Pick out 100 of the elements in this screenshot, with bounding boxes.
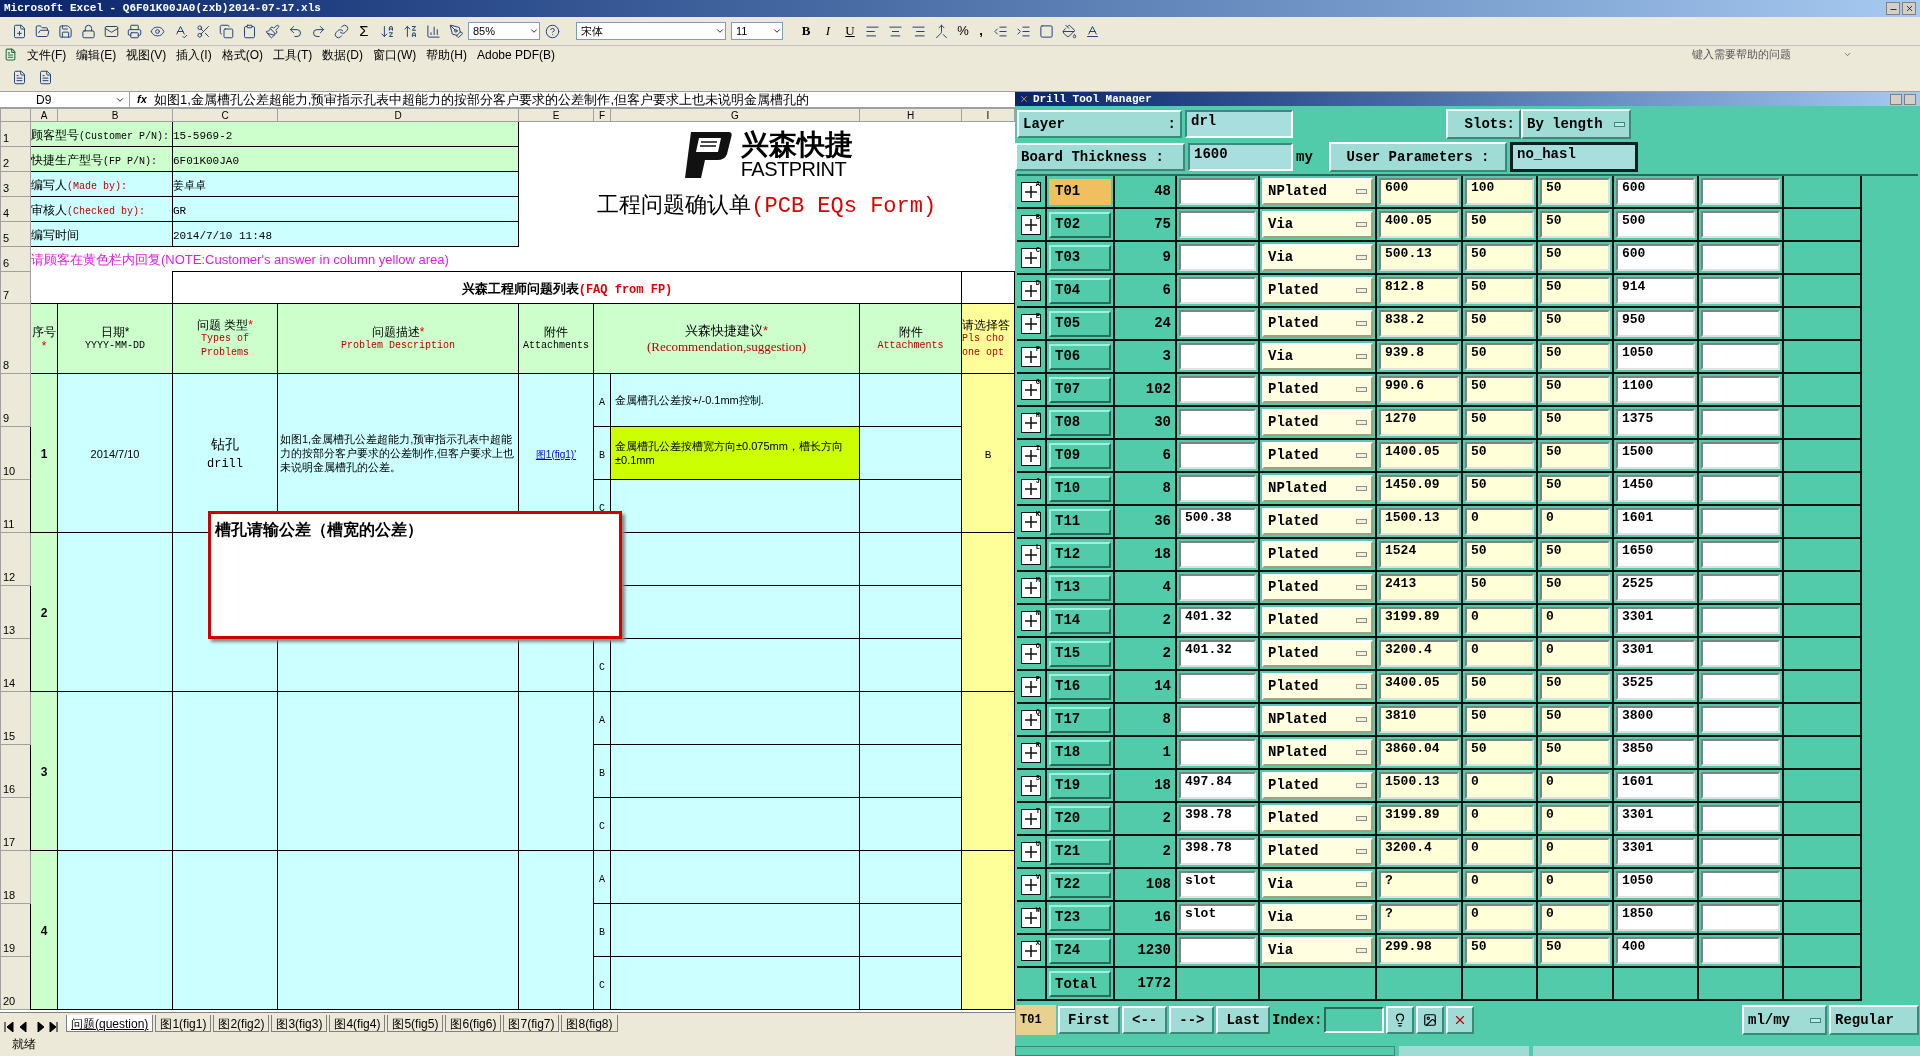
mode-button[interactable]: Regular [1829, 1005, 1919, 1035]
row-header[interactable]: 13 [0, 585, 31, 639]
text-field[interactable]: 3200.4 [1379, 838, 1459, 865]
text-field[interactable]: 50 [1540, 310, 1610, 337]
tool-button[interactable]: T12 [1049, 541, 1111, 568]
text-field[interactable] [1179, 739, 1256, 766]
text-field[interactable]: 398.78 [1179, 805, 1256, 832]
text-field[interactable] [1701, 211, 1780, 238]
text-field[interactable]: 0 [1465, 805, 1534, 832]
text-field[interactable]: 600 [1379, 178, 1459, 205]
text-field[interactable] [1701, 442, 1780, 469]
type-dropdown[interactable]: NPlated [1262, 178, 1373, 205]
menu-item[interactable]: Adobe PDF(B) [477, 45, 555, 64]
text-field[interactable] [1701, 343, 1780, 370]
icon-button[interactable] [1416, 1006, 1445, 1034]
text-field[interactable]: 1500 [1616, 442, 1695, 469]
text-field[interactable]: 50 [1465, 376, 1534, 403]
row-header[interactable]: 17 [0, 797, 31, 851]
text-field[interactable]: 3301 [1616, 805, 1695, 832]
text-field[interactable] [1701, 178, 1780, 205]
tool-button[interactable]: T20 [1049, 805, 1111, 832]
format-button[interactable]: I [818, 21, 838, 41]
tool-button[interactable]: T19 [1049, 772, 1111, 799]
tool-button[interactable]: T03 [1049, 244, 1111, 271]
menu-item[interactable]: 视图(V) [126, 45, 167, 64]
text-field[interactable] [1179, 409, 1256, 436]
text-field[interactable]: 50 [1540, 244, 1610, 271]
tool-button[interactable]: T05 [1049, 310, 1111, 337]
sheet-tab[interactable]: 图4(fig4) [329, 1015, 386, 1032]
text-field[interactable]: 50 [1465, 541, 1534, 568]
parameters-field[interactable]: no_hasl [1510, 142, 1638, 172]
text-field[interactable]: 3860.04 [1379, 739, 1459, 766]
menu-item[interactable]: 数据(D) [322, 45, 363, 64]
text-field[interactable]: 600 [1616, 244, 1695, 271]
row-header[interactable]: 18 [0, 850, 31, 904]
text-field[interactable]: 401.32 [1179, 640, 1256, 667]
text-field[interactable] [1701, 838, 1780, 865]
text-field[interactable]: 100 [1465, 178, 1534, 205]
type-dropdown[interactable]: Plated [1262, 574, 1373, 601]
text-field[interactable]: 50 [1465, 310, 1534, 337]
text-field[interactable]: 838.2 [1379, 310, 1459, 337]
text-field[interactable]: 3301 [1616, 640, 1695, 667]
text-field[interactable]: 3850 [1616, 739, 1695, 766]
type-dropdown[interactable]: Plated [1262, 838, 1373, 865]
tool-button[interactable]: T04 [1049, 277, 1111, 304]
icon-button[interactable] [1386, 1006, 1415, 1034]
text-field[interactable]: 1650 [1616, 541, 1695, 568]
text-field[interactable] [1179, 937, 1256, 964]
text-field[interactable]: 50 [1540, 541, 1610, 568]
text-field[interactable] [1701, 937, 1780, 964]
font-dropdown[interactable]: 宋体 [576, 22, 726, 40]
slots-dropdown[interactable]: By length [1521, 109, 1631, 139]
text-field[interactable]: 3200.4 [1379, 640, 1459, 667]
text-field[interactable]: 50 [1540, 211, 1610, 238]
text-field[interactable] [1701, 673, 1780, 700]
text-field[interactable]: 1601 [1616, 508, 1695, 535]
column-header[interactable]: B [57, 108, 173, 122]
comma-button[interactable]: , [974, 21, 988, 41]
text-field[interactable] [1179, 673, 1256, 700]
row-header[interactable]: 12 [0, 532, 31, 586]
text-field[interactable]: 50 [1540, 937, 1610, 964]
tool-button[interactable]: T21 [1049, 838, 1111, 865]
text-field[interactable]: 50 [1540, 673, 1610, 700]
text-field[interactable] [1701, 376, 1780, 403]
text-field[interactable]: 1601 [1616, 772, 1695, 799]
text-field[interactable] [1179, 442, 1256, 469]
text-field[interactable]: 3400.05 [1379, 673, 1459, 700]
tool-button[interactable]: T08 [1049, 409, 1111, 436]
tool-button[interactable]: T15 [1049, 640, 1111, 667]
text-field[interactable]: ? [1379, 871, 1459, 898]
text-field[interactable] [1701, 541, 1780, 568]
text-field[interactable] [1701, 706, 1780, 733]
type-dropdown[interactable]: Plated [1262, 508, 1373, 535]
text-field[interactable]: 0 [1465, 904, 1534, 931]
type-dropdown[interactable]: Plated [1262, 310, 1373, 337]
text-field[interactable]: 0 [1540, 838, 1610, 865]
text-field[interactable]: 1100 [1616, 376, 1695, 403]
tool-button[interactable]: T22 [1049, 871, 1111, 898]
text-field[interactable]: 1850 [1616, 904, 1695, 931]
nav-button[interactable]: <-- [1122, 1006, 1168, 1034]
text-field[interactable]: 1500.13 [1379, 508, 1459, 535]
column-header[interactable]: I [961, 108, 1015, 122]
answer-value[interactable]: B [984, 449, 992, 461]
text-field[interactable]: 0 [1465, 871, 1534, 898]
text-field[interactable] [1701, 640, 1780, 667]
type-dropdown[interactable]: Via [1262, 937, 1373, 964]
sheet-tab[interactable]: 图6(fig6) [445, 1015, 502, 1032]
units-dropdown[interactable]: ml/my [1742, 1005, 1827, 1035]
help-search-field[interactable]: 键入需要帮助的问题 [1692, 46, 1852, 63]
text-field[interactable]: 1500.13 [1379, 772, 1459, 799]
text-field[interactable]: 0 [1540, 871, 1610, 898]
tool-button[interactable]: T13 [1049, 574, 1111, 601]
type-dropdown[interactable]: Via [1262, 244, 1373, 271]
sheet-tab[interactable]: 问题(question) [66, 1015, 154, 1032]
type-dropdown[interactable]: Plated [1262, 376, 1373, 403]
nav-button[interactable]: First [1058, 1006, 1120, 1034]
text-field[interactable]: 0 [1540, 772, 1610, 799]
text-field[interactable] [1701, 508, 1780, 535]
text-field[interactable]: 50 [1540, 442, 1610, 469]
close-button[interactable] [1902, 2, 1916, 15]
